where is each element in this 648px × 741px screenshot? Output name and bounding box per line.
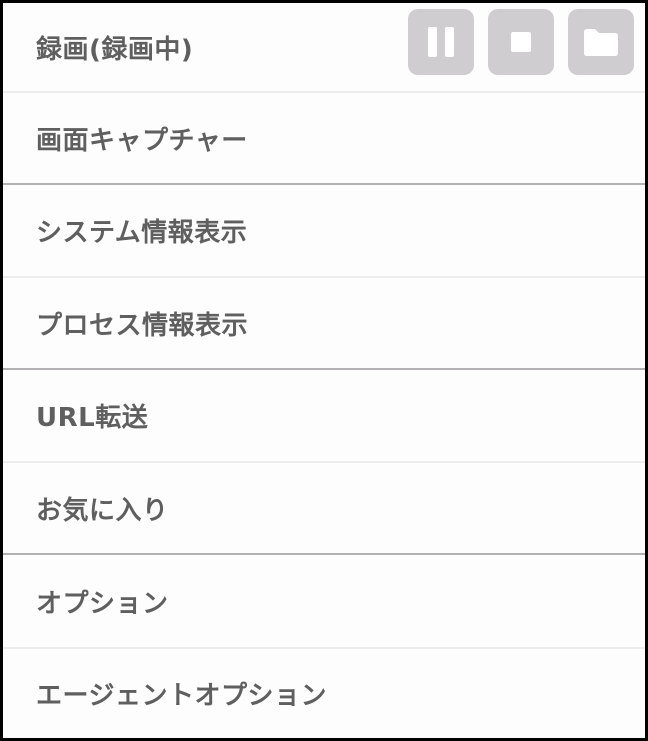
menu-item-url-transfer[interactable]: URL転送 (3, 370, 645, 461)
open-folder-button[interactable] (568, 9, 634, 75)
menu-item-options[interactable]: オプション (3, 555, 645, 647)
menu-item-recording-label: 録画(録画中) (36, 35, 194, 65)
menu-item-url-transfer-label: URL転送 (36, 403, 149, 433)
menu-item-favorites-label: お気に入り (36, 495, 169, 526)
menu-item-agent-options-label: エージェントオプション (36, 681, 327, 711)
menu-item-options-label: オプション (36, 588, 169, 619)
menu-item-screen-capture[interactable]: 画面キャプチャー (3, 93, 645, 183)
folder-icon (584, 29, 618, 56)
menu-item-system-info[interactable]: システム情報表示 (3, 185, 645, 276)
pause-button[interactable] (408, 9, 474, 75)
menu-item-favorites[interactable]: お気に入り (3, 463, 645, 553)
pause-icon (428, 27, 454, 57)
stop-icon (511, 32, 531, 52)
menu-item-screen-capture-label: 画面キャプチャー (36, 125, 248, 156)
recording-controls (408, 9, 634, 75)
menu-item-process-info[interactable]: プロセス情報表示 (3, 278, 645, 368)
stop-button[interactable] (488, 9, 554, 75)
menu-item-agent-options[interactable]: エージェントオプション (3, 649, 645, 738)
context-menu: 録画(録画中) 画面キャプチャー システム情報表示 プロセス情報表示 URL転送… (0, 0, 648, 741)
menu-item-process-info-label: プロセス情報表示 (36, 310, 249, 341)
menu-item-system-info-label: システム情報表示 (36, 218, 248, 248)
